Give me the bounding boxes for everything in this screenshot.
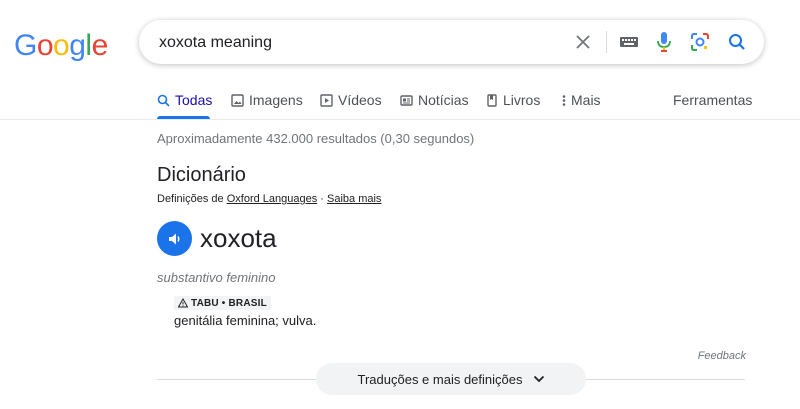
mic-icon[interactable] — [652, 30, 676, 54]
part-of-speech: substantivo feminino — [157, 270, 276, 285]
tools-button[interactable]: Ferramentas — [673, 92, 752, 108]
source-separator: · — [317, 193, 328, 205]
tab-mais[interactable]: Mais — [562, 92, 601, 108]
search-box[interactable]: xoxota meaning — [139, 20, 764, 64]
search-icon — [157, 94, 170, 107]
tab-label: Vídeos — [338, 92, 382, 108]
tab-label: Imagens — [249, 92, 303, 108]
image-icon — [231, 93, 244, 107]
tab-label: Livros — [503, 92, 541, 108]
tab-videos[interactable]: Vídeos — [320, 92, 382, 108]
clear-icon[interactable] — [571, 30, 595, 54]
keyboard-icon[interactable] — [617, 30, 641, 54]
tab-imagens[interactable]: Imagens — [231, 92, 303, 108]
logo-letter: g — [69, 29, 86, 62]
tab-livros[interactable]: Livros — [486, 92, 540, 108]
tab-todas[interactable]: Todas — [157, 92, 212, 108]
tab-noticias[interactable]: Notícias — [400, 92, 469, 108]
tab-label: Notícias — [418, 92, 469, 108]
search-divider — [606, 31, 607, 53]
logo-letter: e — [91, 29, 109, 62]
search-input[interactable]: xoxota meaning — [159, 34, 272, 52]
dictionary-source: Definições de Oxford Languages · Saiba m… — [157, 193, 381, 205]
warning-icon — [178, 298, 188, 308]
google-logo[interactable]: Google — [14, 29, 108, 63]
tabs-divider — [0, 119, 800, 120]
speaker-icon — [168, 233, 179, 244]
chevron-down-icon — [533, 375, 544, 383]
result-stats: Aproximadamente 432.000 resultados (0,30… — [157, 131, 475, 146]
source-prefix: Definições de — [157, 193, 227, 205]
feedback-link[interactable]: Feedback — [698, 350, 746, 362]
learn-more-link[interactable]: Saiba mais — [327, 193, 381, 205]
lens-icon[interactable] — [688, 30, 712, 54]
more-definitions-label: Traduções e mais definições — [357, 371, 523, 387]
badge-label: TABU • BRASIL — [191, 297, 267, 309]
video-icon — [320, 93, 333, 107]
usage-badge: TABU • BRASIL — [174, 296, 271, 310]
news-icon — [400, 94, 413, 106]
search-icon[interactable] — [725, 30, 749, 54]
dictionary-title: Dicionário — [157, 164, 246, 186]
logo-letter: o — [53, 29, 70, 62]
oxford-languages-link[interactable]: Oxford Languages — [227, 193, 318, 205]
definition-text: genitália feminina; vulva. — [174, 313, 317, 328]
dictionary-word: xoxota — [200, 223, 277, 253]
logo-letter: o — [36, 29, 54, 62]
book-icon — [487, 93, 497, 107]
tab-label: Todas — [175, 92, 213, 108]
more-vert-icon — [562, 94, 566, 106]
tab-label: Mais — [571, 92, 601, 108]
logo-letter: G — [14, 29, 37, 62]
pronunciation-button[interactable] — [157, 221, 192, 256]
more-definitions-button[interactable]: Traduções e mais definições — [316, 363, 586, 395]
